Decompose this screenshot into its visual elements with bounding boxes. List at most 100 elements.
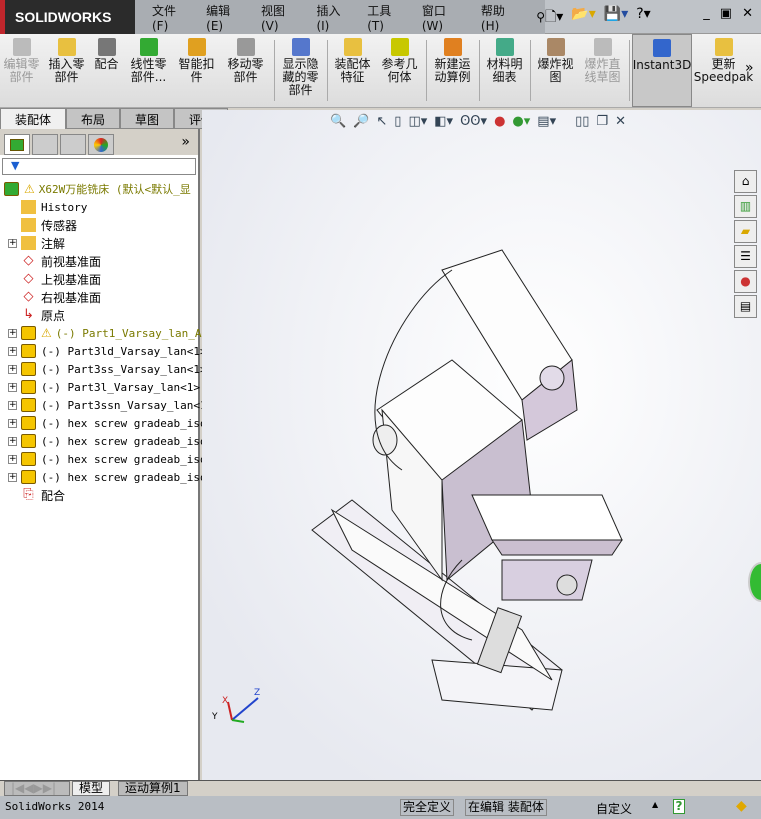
tree-item[interactable]: ◇ 上视基准面 [8,270,102,288]
restore-button[interactable]: ▣ [720,6,732,21]
expand-toggle[interactable]: + [8,454,17,464]
tree-item[interactable]: + (-) Part3ld_Varsay_lan<1> [8,342,207,360]
edit-appearance-icon[interactable]: ● [494,114,505,129]
display-manager-tab-icon[interactable] [88,134,114,155]
expand-chevron-icon[interactable]: » [181,134,190,150]
save-icon[interactable]: 💾▾ [604,6,628,30]
expand-toggle[interactable]: + [8,418,17,428]
tree-item[interactable]: ↳ 原点 [8,306,65,324]
ribbon-button-13[interactable]: Instant3D [632,34,692,107]
ribbon-button-6[interactable]: 显示隐 藏的零 部件 [277,34,325,107]
previous-view-icon[interactable]: ↖ [376,114,387,129]
tree-item-label: (-) Part3ld_Varsay_lan<1> [41,344,207,358]
menu-2[interactable]: 视图(V) [254,2,309,33]
tree-filter[interactable]: ▼ [2,158,196,175]
apply-scene-icon[interactable]: ●▾ [512,114,530,129]
tree-item[interactable]: + (-) Part3ss_Varsay_lan<1> [8,360,207,378]
ribbon-button-9[interactable]: 新建运 动算例 [429,34,477,107]
milling-machine-model[interactable] [202,110,761,780]
feature-tree-tab-icon[interactable] [4,134,30,155]
help-status-icon[interactable]: ? [673,799,685,814]
tab-0[interactable]: 装配体 [0,108,67,129]
tab-scroll-arrows[interactable]: |◀◀▶▶| [4,781,70,796]
expand-toggle[interactable]: + [8,472,17,482]
tree-item[interactable]: + (-) Part3l_Varsay_lan<1> ( [8,378,213,396]
new-document-icon[interactable]: 🗋▾ [545,6,563,30]
more-chevron-icon[interactable]: » [745,60,754,76]
design-library-icon[interactable]: ▥ [734,195,757,218]
configuration-manager-tab-icon[interactable] [60,134,86,155]
view-settings-icon[interactable]: ▤▾ [537,114,556,129]
display-style-icon[interactable]: ◧▾ [434,114,453,129]
appearances-icon[interactable]: ● [734,270,757,293]
close-button[interactable]: ✕ [742,6,753,21]
part-icon [21,344,36,358]
solidworks-logo[interactable]: SOLIDWORKS [0,0,135,34]
tree-item[interactable]: ⎘ 配合 [8,486,65,504]
tree-item[interactable]: + (-) hex screw gradeab_isog [8,450,213,468]
property-manager-tab-icon[interactable] [32,134,58,155]
home-icon[interactable]: ⌂ [734,170,757,193]
tree-item[interactable]: + (-) hex screw gradeab_isog [8,468,213,486]
custom-properties-icon[interactable]: ▤ [734,295,757,318]
tree-item[interactable]: + (-) Part3ssn_Varsay_lan<1> [8,396,213,414]
menu-4[interactable]: 工具(T) [360,2,415,33]
expand-toggle[interactable]: + [8,238,17,248]
tree-item[interactable]: + (-) hex screw gradeab_isog [8,432,213,450]
tag-icon[interactable]: ◆ [736,798,747,814]
ribbon-button-0[interactable]: 编辑零 部件 [0,34,44,107]
hide-show-items-icon[interactable]: ʘʘ▾ [460,114,487,129]
view-orientation-icon[interactable]: ◫▾ [408,114,427,129]
open-icon[interactable]: 📂▾ [571,6,595,30]
ribbon-button-4[interactable]: 智能扣 件 [174,34,220,107]
tab-motion-study-1[interactable]: 运动算例1 [118,781,188,796]
ribbon-button-7[interactable]: 装配体 特征 [330,34,376,107]
zoom-to-area-icon[interactable]: 🔎 [353,114,369,129]
tree-root[interactable]: X62W万能铣床 (默认<默认_显 [39,181,191,197]
expand-toggle[interactable]: + [8,328,17,338]
tab-2[interactable]: 草图 [120,108,175,129]
tree-item[interactable]: History [8,198,87,216]
ribbon-button-11[interactable]: 爆炸视 图 [533,34,579,107]
tree-item[interactable]: + ⚠ (-) Part1_Varsay_lan_As [8,324,208,342]
expand-toggle[interactable]: + [8,364,17,374]
menu-3[interactable]: 插入(I) [309,2,360,33]
tile-icon[interactable]: ▯▯ [575,114,589,129]
expand-toggle[interactable]: + [8,436,17,446]
view-palette-icon[interactable]: ☰ [734,245,757,268]
tree-item[interactable]: + 注解 [8,234,65,252]
ribbon-button-8[interactable]: 参考几 何体 [376,34,424,107]
ribbon-button-2[interactable]: 配合 [90,34,124,107]
zoom-to-fit-icon[interactable]: 🔍 [330,114,346,129]
help-icon[interactable]: ?▾ [636,6,650,30]
expand-toggle[interactable]: + [8,346,17,356]
tree-item[interactable]: + (-) hex screw gradeab_isog [8,414,213,432]
expand-toggle[interactable]: + [8,400,17,410]
units-selector[interactable]: 自定义 [596,800,632,817]
tab-1[interactable]: 布局 [66,108,121,129]
viewport-restore-icon[interactable]: ❐ [596,114,608,129]
ribbon-button-1[interactable]: 插入零 部件 [44,34,90,107]
ribbon-button-12[interactable]: 爆炸直 线草图 [579,34,627,107]
expand-toggle[interactable]: + [8,382,17,392]
tab-model[interactable]: 模型 [72,781,111,796]
ribbon-button-3[interactable]: 线性零 部件... [124,34,174,107]
part-icon [21,434,36,448]
menu-6[interactable]: 帮助(H) [474,2,530,33]
units-up-arrow-icon[interactable]: ▲ [652,800,658,809]
menu-5[interactable]: 窗口(W) [415,2,474,33]
section-view-icon[interactable]: ▯ [394,114,401,129]
tree-item[interactable]: ◇ 右视基准面 [8,288,102,306]
menu-0[interactable]: 文件(F) [145,2,199,33]
ribbon-button-5[interactable]: 移动零 部件 [220,34,272,107]
tree-item[interactable]: ◇ 前视基准面 [8,252,102,270]
ribbon-label: 插入零 部件 [48,57,85,84]
tree-item[interactable]: 传感器 [8,216,77,234]
minimize-button[interactable]: _ [703,6,710,21]
graphics-area[interactable]: X Y Z [202,110,761,780]
pin-icon[interactable]: ⚲ [536,10,545,24]
file-explorer-icon[interactable]: ▰ [734,220,757,243]
ribbon-button-10[interactable]: 材料明 细表 [482,34,528,107]
menu-1[interactable]: 编辑(E) [199,2,254,33]
viewport-close-icon[interactable]: ✕ [615,114,626,129]
